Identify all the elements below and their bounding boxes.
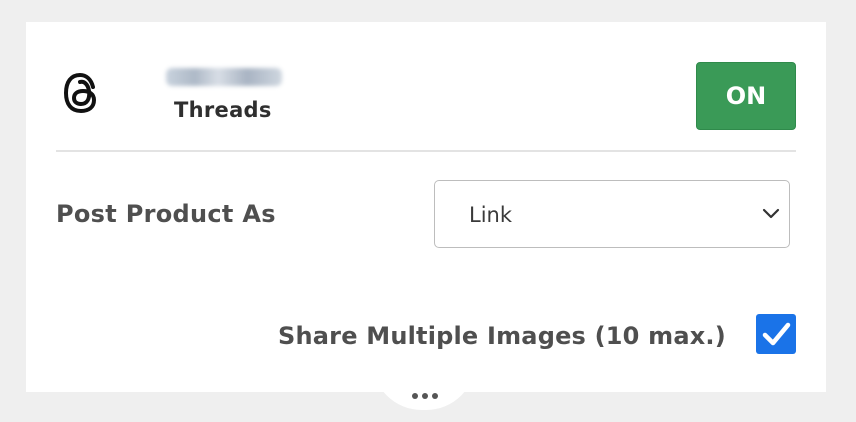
network-name: Threads (174, 98, 272, 122)
post-product-as-label: Post Product As (56, 200, 276, 228)
post-product-as-value: Link (469, 203, 513, 227)
threads-logo-icon (63, 72, 97, 114)
more-options-tab[interactable] (372, 360, 476, 410)
account-toggle-button[interactable]: ON (696, 62, 796, 130)
checkmark-icon (762, 322, 791, 346)
chevron-down-icon (762, 208, 780, 219)
threads-account-card: Threads ON Post Product As Link Share Mu… (26, 22, 826, 392)
divider (56, 150, 796, 152)
share-multiple-images-label: Share Multiple Images (10 max.) (278, 322, 726, 350)
ellipsis-icon (412, 393, 438, 399)
post-product-as-select[interactable]: Link (434, 180, 790, 248)
share-multiple-images-checkbox[interactable] (756, 314, 796, 354)
account-name-blurred (166, 68, 282, 86)
